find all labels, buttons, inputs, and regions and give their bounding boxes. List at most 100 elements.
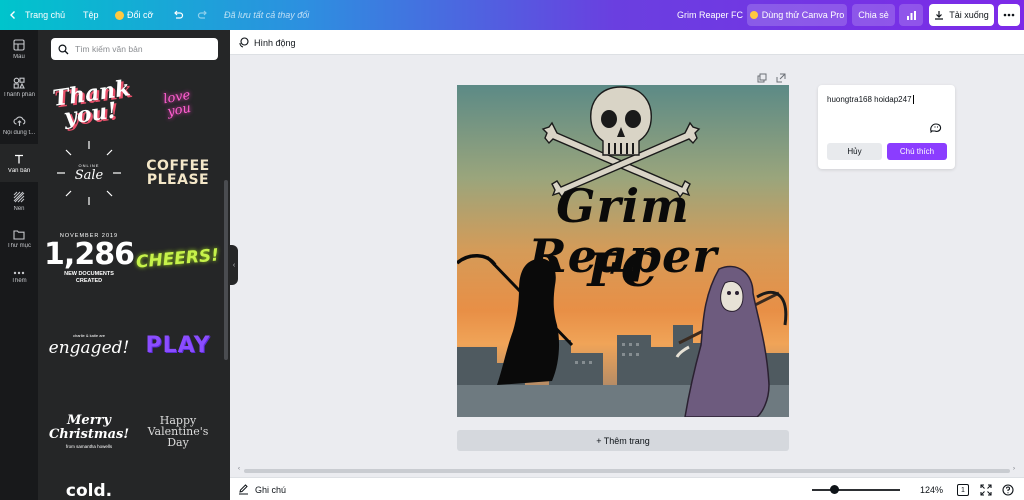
file-menu[interactable]: Tệp [83, 0, 99, 30]
template-text: love you [162, 87, 193, 120]
template-text: 1,286 [44, 237, 135, 272]
fullscreen-icon[interactable] [980, 483, 992, 500]
page-count-badge[interactable]: 1 [957, 484, 969, 496]
more-menu-icon[interactable] [998, 4, 1020, 26]
template-text: PLAY [145, 332, 211, 358]
download-button[interactable]: Tải xuống [929, 4, 994, 26]
zoom-slider-thumb[interactable] [830, 485, 839, 494]
home-link[interactable]: Trang chủ [25, 0, 65, 30]
comment-box: huongtra168 hoidap247 Hủy Chú thích [818, 85, 955, 169]
download-label: Tải xuống [949, 10, 989, 20]
redo-icon[interactable] [197, 0, 209, 30]
help-icon[interactable] [1002, 483, 1014, 500]
notes-pencil-icon [239, 484, 248, 495]
design-page[interactable]: Grim Reaper FC [457, 85, 789, 417]
comment-submit-button[interactable]: Chú thích [887, 143, 947, 160]
text-panel: Thank you! love you ONLINE Sale COFFEE P… [38, 30, 230, 500]
template-text: CHEERS! [135, 245, 221, 273]
chevron-left-icon: ‹ [232, 261, 236, 269]
scroll-right-icon[interactable]: › [1013, 466, 1015, 472]
template-text: COFFEE [146, 158, 210, 174]
more-icon [13, 271, 25, 274]
rail-item-uploads[interactable]: Nội dung t... [0, 106, 38, 144]
search-icon [58, 43, 69, 54]
try-pro-button[interactable]: Dùng thử Canva Pro [747, 4, 847, 26]
text-template-online-sale[interactable]: ONLINE Sale [48, 132, 130, 214]
rail-label: Mẫu [13, 53, 25, 60]
shapes-icon [13, 77, 25, 89]
rail-label: Thêm [11, 277, 27, 284]
background-icon [13, 191, 25, 202]
text-template-cold[interactable]: cold. [48, 476, 130, 500]
rail-label: Văn bản [7, 167, 31, 174]
back-chevron-icon[interactable] [8, 0, 18, 30]
crown-icon [115, 10, 124, 20]
text-icon [15, 154, 23, 163]
rail-item-text[interactable]: Văn bản [0, 144, 38, 182]
bottom-bar: Ghi chú 124% 1 [230, 477, 1024, 500]
template-text: cold. [65, 481, 113, 500]
text-template-play[interactable]: PLAY [137, 304, 219, 386]
add-page-button[interactable]: + Thêm trang [457, 430, 789, 451]
panel-scrollbar[interactable] [224, 180, 228, 360]
template-text: NEW DOCUMENTS [64, 271, 114, 277]
search-box[interactable] [51, 38, 218, 60]
share-button[interactable]: Chia sẻ [852, 4, 895, 26]
zoom-slider-track[interactable] [812, 489, 900, 491]
text-template-cheers[interactable]: CHEERS! [135, 218, 221, 300]
resize-button[interactable]: Đổi cỡ [115, 0, 153, 30]
rail-item-templates[interactable]: Mẫu [0, 30, 38, 68]
folder-icon [13, 230, 25, 240]
layout-icon [13, 38, 25, 51]
scroll-left-icon[interactable]: ‹ [238, 466, 240, 472]
template-text: CREATED [75, 278, 103, 284]
animate-icon [239, 37, 249, 48]
template-text: Happy [159, 413, 197, 427]
upload-cloud-icon [12, 115, 25, 126]
try-pro-label: Dùng thử Canva Pro [761, 10, 845, 20]
animate-button[interactable]: Hình động [238, 30, 296, 55]
comment-input[interactable]: huongtra168 hoidap247 [827, 95, 914, 105]
resize-label: Đổi cỡ [127, 10, 154, 20]
notes-label: Ghi chú [255, 484, 287, 495]
template-text: from samantha howells [65, 443, 113, 449]
undo-icon[interactable] [172, 0, 184, 30]
left-rail: Mẫu Thành phần Nội dung t... Văn bản Nền… [0, 30, 38, 500]
sale-sunburst-graphic [57, 141, 121, 205]
template-text: Thank you! [51, 75, 132, 131]
rail-item-folders[interactable]: Thư mục [0, 220, 38, 258]
top-bar: Trang chủ Tệp Đổi cỡ Đã lưu tất cả thay … [0, 0, 1024, 30]
template-text: Merry [67, 412, 111, 428]
text-caret [912, 95, 914, 105]
animate-label: Hình động [254, 37, 296, 48]
zoom-level[interactable]: 124% [920, 478, 943, 500]
template-text: Valentine's Day [147, 424, 209, 449]
rail-label: Thư mục [6, 243, 32, 249]
rail-label: Thành phần [2, 91, 36, 98]
text-template-coffee-please[interactable]: COFFEE PLEASE [137, 132, 219, 214]
rail-label: Nội dung t... [2, 129, 36, 136]
crown-icon [749, 11, 758, 19]
rail-item-more[interactable]: Thêm [0, 258, 38, 296]
insights-icon[interactable] [899, 4, 923, 26]
canvas-toolbar: Hình động [230, 30, 1024, 55]
rail-item-background[interactable]: Nền [0, 182, 38, 220]
notes-button[interactable]: Ghi chú [238, 478, 286, 500]
text-template-valentines[interactable]: Happy Valentine's Day [137, 390, 219, 472]
text-template-merry-christmas[interactable]: Merry Christmas! from samantha howells [48, 390, 130, 472]
search-input[interactable] [75, 44, 215, 54]
template-text: Christmas! [48, 426, 130, 442]
rail-item-elements[interactable]: Thành phần [0, 68, 38, 106]
template-text: engaged! [48, 337, 130, 358]
template-text: PLEASE [146, 172, 210, 188]
text-template-new-documents[interactable]: NOVEMBER 2019 1,286 NEW DOCUMENTS CREATE… [44, 218, 135, 300]
design-title[interactable]: Grim Reaper FC [677, 0, 743, 30]
save-status: Đã lưu tất cả thay đổi [224, 10, 310, 20]
comment-text-value: huongtra168 hoidap247 [827, 95, 912, 104]
design-subtitle-text[interactable]: FC [457, 245, 789, 295]
text-template-engaged[interactable]: charlie & katie are engaged! [48, 304, 130, 386]
comment-cancel-button[interactable]: Hủy [827, 143, 882, 160]
download-icon [935, 11, 944, 20]
emoji-picker-icon[interactable] [929, 121, 942, 139]
collapse-panel-handle[interactable]: ‹ [230, 245, 238, 285]
